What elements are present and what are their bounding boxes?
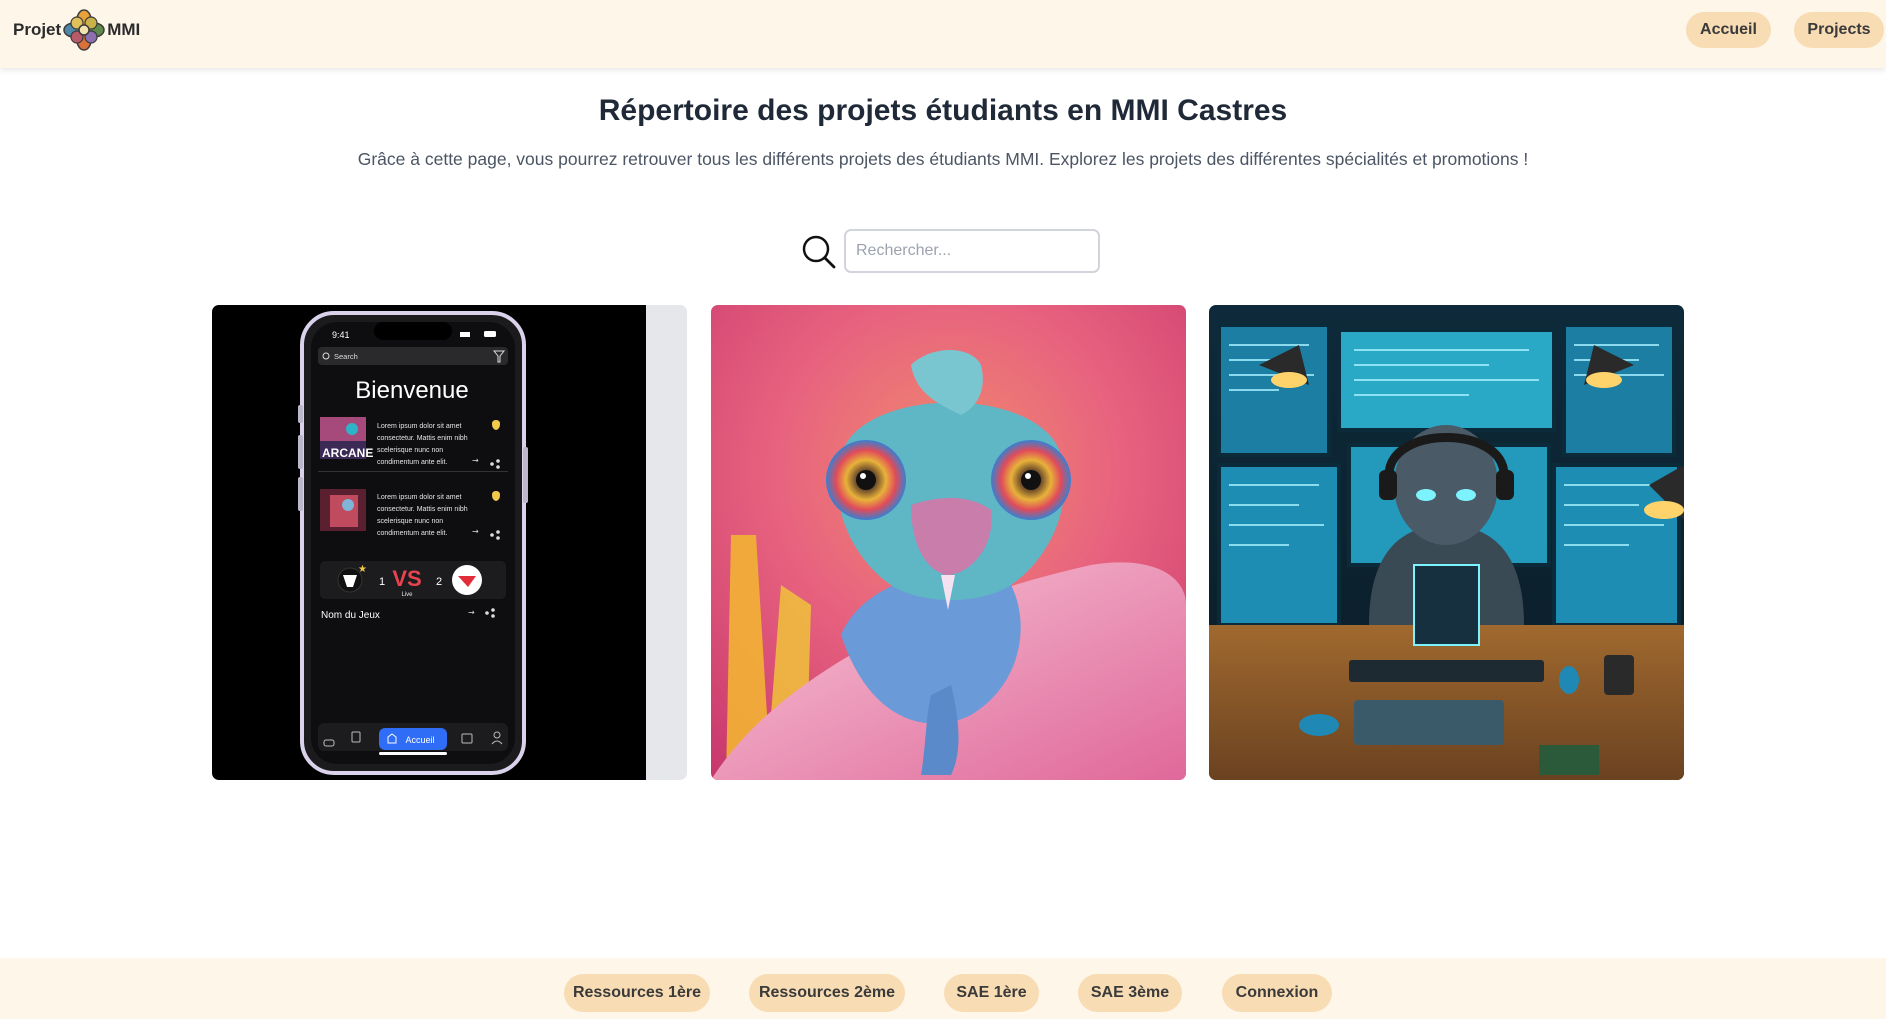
phone-tab-accueil: Accueil	[405, 735, 434, 745]
brand-text-left: Projet	[13, 20, 62, 39]
svg-text:scelerisque nunc non: scelerisque nunc non	[377, 447, 443, 454]
svg-text:Lorem ipsum dolor sit amet: Lorem ipsum dolor sit amet	[377, 423, 461, 430]
top-navbar: Projet MMI Accueil Projects	[0, 0, 1886, 68]
footer-sae-3eme-button[interactable]: SAE 3ème	[1078, 974, 1182, 1012]
phone-welcome-title: Bienvenue	[355, 377, 468, 404]
project-card-chameleon[interactable]	[711, 305, 1186, 780]
project-card-mobile-app[interactable]: 9:41 Search Bienvenue ARCANE Lorem ipsum…	[212, 305, 687, 780]
robot-coder-illustration-image	[1209, 305, 1684, 780]
footer-ressources-2eme-button[interactable]: Ressources 2ème	[749, 974, 905, 1012]
footer-ressources-1ere-button[interactable]: Ressources 1ère	[564, 974, 710, 1012]
live-label: Live	[401, 592, 413, 598]
svg-text:consectetur. Mattis enim nibh: consectetur. Mattis enim nibh	[377, 506, 468, 513]
svg-text:condimentum ante elit.: condimentum ante elit.	[377, 530, 447, 537]
score-left: 1	[379, 576, 385, 588]
page-title: Répertoire des projets étudiants en MMI …	[598, 94, 1288, 127]
phone-thumb-label: ARCANE	[322, 446, 373, 460]
svg-text:★: ★	[358, 564, 367, 575]
arrow-icon: →	[472, 456, 479, 465]
nav-accueil-button[interactable]: Accueil	[1686, 12, 1771, 48]
vs-label: VS	[392, 566, 421, 591]
phone-search-label: Search	[334, 352, 358, 361]
game-name: Nom du Jeux	[321, 610, 380, 621]
svg-text:condimentum ante elit.: condimentum ante elit.	[377, 459, 447, 466]
mobile-app-mockup-image: 9:41 Search Bienvenue ARCANE Lorem ipsum…	[212, 305, 687, 780]
nav-projects-button[interactable]: Projects	[1794, 12, 1884, 48]
brand-logo-link[interactable]: Projet MMI	[13, 9, 140, 51]
footer-connexion-button[interactable]: Connexion	[1222, 974, 1332, 1012]
svg-text:Lorem ipsum dolor sit amet: Lorem ipsum dolor sit amet	[377, 494, 461, 501]
svg-text:consectetur. Mattis enim nibh: consectetur. Mattis enim nibh	[377, 435, 468, 442]
project-card-robot-coder[interactable]	[1209, 305, 1684, 780]
footer-sae-1ere-button[interactable]: SAE 1ère	[944, 974, 1039, 1012]
svg-text:→: →	[468, 608, 475, 617]
footer-bar: Ressources 1ère Ressources 2ème SAE 1ère…	[0, 958, 1886, 1019]
svg-text:scelerisque nunc non: scelerisque nunc non	[377, 518, 443, 525]
chameleon-photo-image	[711, 305, 1186, 780]
search-icon[interactable]	[801, 234, 837, 270]
phone-time: 9:41	[332, 330, 350, 340]
flower-logo-icon	[63, 9, 105, 51]
brand-text-right: MMI	[107, 20, 141, 39]
svg-text:→: →	[472, 527, 479, 536]
score-right: 2	[436, 576, 442, 588]
search-input[interactable]	[844, 229, 1100, 273]
page-subtitle: Grâce à cette page, vous pourrez retrouv…	[357, 149, 1529, 169]
